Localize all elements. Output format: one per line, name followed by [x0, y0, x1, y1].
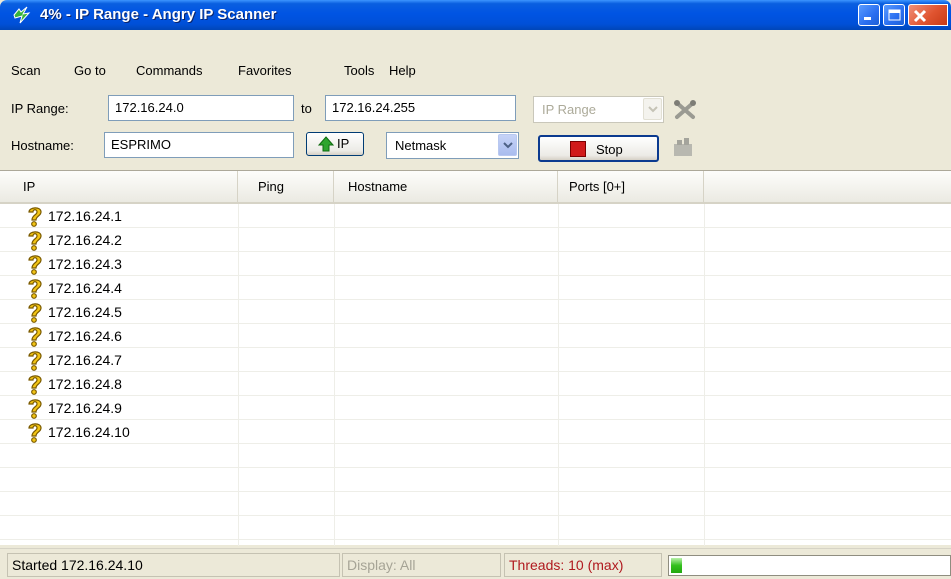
- column-header-ports[interactable]: Ports [0+]: [558, 171, 704, 202]
- column-header-ping[interactable]: Ping: [238, 171, 334, 202]
- maximize-button[interactable]: [883, 4, 905, 26]
- row-ip-value: 172.16.24.2: [48, 232, 122, 248]
- unknown-question-icon: [28, 423, 42, 443]
- ip-button-label: IP: [337, 136, 350, 151]
- table-row[interactable]: 172.16.24.9: [0, 396, 951, 420]
- row-ip-value: 172.16.24.4: [48, 280, 122, 296]
- stop-button-label: Stop: [596, 142, 623, 157]
- row-ip-value: 172.16.24.3: [48, 256, 122, 272]
- title-bar[interactable]: 4% - IP Range - Angry IP Scanner: [0, 0, 951, 30]
- row-ip-value: 172.16.24.5: [48, 304, 122, 320]
- to-label: to: [301, 101, 312, 116]
- maximize-icon: [888, 9, 901, 21]
- ip-range-label: IP Range:: [11, 101, 69, 116]
- fetchers-icon[interactable]: [671, 136, 697, 158]
- results-table[interactable]: IP Ping Hostname Ports [0+] 172.16.24.1 1…: [0, 170, 951, 546]
- app-window: 4% - IP Range - Angry IP Scanner Scan Go…: [0, 0, 951, 579]
- close-icon: [913, 9, 927, 23]
- table-row[interactable]: 172.16.24.10: [0, 420, 951, 444]
- row-ip-value: 172.16.24.7: [48, 352, 122, 368]
- scan-progress-fill: [671, 558, 682, 573]
- table-row[interactable]: 172.16.24.3: [0, 252, 951, 276]
- table-row[interactable]: 172.16.24.8: [0, 372, 951, 396]
- row-ip-value: 172.16.24.8: [48, 376, 122, 392]
- ip-start-input[interactable]: 172.16.24.0: [108, 95, 294, 121]
- column-header-ip[interactable]: IP: [0, 171, 238, 202]
- empty-row: [0, 516, 951, 540]
- menu-tools[interactable]: Tools: [344, 63, 374, 78]
- stop-button[interactable]: Stop: [538, 135, 659, 162]
- menu-help[interactable]: Help: [389, 63, 416, 78]
- table-row[interactable]: 172.16.24.7: [0, 348, 951, 372]
- close-button[interactable]: [908, 4, 948, 26]
- unknown-question-icon: [28, 351, 42, 371]
- table-row[interactable]: 172.16.24.1: [0, 204, 951, 228]
- stop-icon: [570, 141, 586, 157]
- arrow-up-icon: [318, 136, 334, 152]
- feeder-select-value: IP Range: [542, 102, 596, 117]
- unknown-question-icon: [28, 255, 42, 275]
- row-ip-value: 172.16.24.10: [48, 424, 130, 440]
- hostname-label: Hostname:: [11, 138, 74, 153]
- unknown-question-icon: [28, 375, 42, 395]
- tools-icon[interactable]: [673, 99, 697, 121]
- column-header-hostname[interactable]: Hostname: [334, 171, 558, 202]
- unknown-question-icon: [28, 303, 42, 323]
- menu-commands[interactable]: Commands: [136, 63, 202, 78]
- status-display[interactable]: Display: All: [342, 553, 501, 577]
- unknown-question-icon: [28, 231, 42, 251]
- chevron-down-icon: [498, 134, 517, 156]
- table-row[interactable]: 172.16.24.4: [0, 276, 951, 300]
- ip-up-button[interactable]: IP: [306, 132, 364, 156]
- minimize-icon: [864, 17, 871, 20]
- table-row[interactable]: 172.16.24.2: [0, 228, 951, 252]
- ip-end-input[interactable]: 172.16.24.255: [325, 95, 516, 121]
- unknown-question-icon: [28, 399, 42, 419]
- netmask-select-value: Netmask: [395, 138, 447, 153]
- netmask-select[interactable]: Netmask: [386, 132, 519, 159]
- row-ip-value: 172.16.24.1: [48, 208, 122, 224]
- hostname-input[interactable]: ESPRIMO: [104, 132, 294, 158]
- unknown-question-icon: [28, 207, 42, 227]
- scan-progress-bar: [668, 555, 951, 576]
- menu-goto[interactable]: Go to: [74, 63, 106, 78]
- row-ip-value: 172.16.24.9: [48, 400, 122, 416]
- window-title: 4% - IP Range - Angry IP Scanner: [40, 6, 277, 23]
- chevron-down-icon: [643, 98, 662, 120]
- minimize-button[interactable]: [858, 4, 880, 26]
- status-bar: Started 172.16.24.10 Display: All Thread…: [0, 548, 951, 579]
- menu-scan[interactable]: Scan: [11, 63, 41, 78]
- unknown-question-icon: [28, 327, 42, 347]
- row-ip-value: 172.16.24.6: [48, 328, 122, 344]
- app-lightning-icon: [13, 6, 31, 24]
- status-threads: Threads: 10 (max): [504, 553, 662, 577]
- empty-row: [0, 468, 951, 492]
- feeder-select: IP Range: [533, 96, 664, 123]
- menu-favorites[interactable]: Favorites: [238, 63, 291, 78]
- table-header: IP Ping Hostname Ports [0+]: [0, 171, 951, 204]
- empty-row: [0, 444, 951, 468]
- empty-row: [0, 492, 951, 516]
- status-started: Started 172.16.24.10: [7, 553, 340, 577]
- table-row[interactable]: 172.16.24.6: [0, 324, 951, 348]
- unknown-question-icon: [28, 279, 42, 299]
- table-row[interactable]: 172.16.24.5: [0, 300, 951, 324]
